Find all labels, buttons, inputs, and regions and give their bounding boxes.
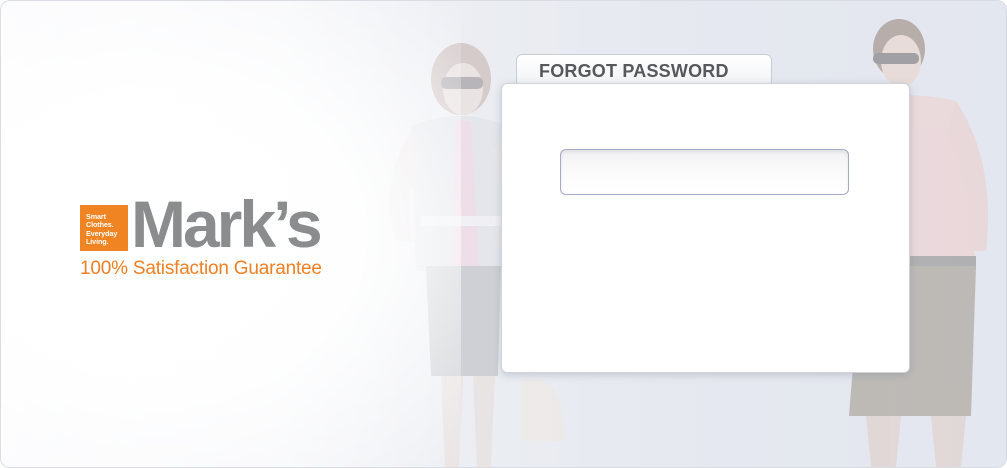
logo-box: Smart Clothes. Everyday Living. [80,205,128,251]
logo-box-line: Living. [86,237,109,247]
logo-wordmark: Mark’s [131,187,323,261]
satisfaction-tagline: 100% Satisfaction Guarantee [80,258,322,279]
forgot-password-panel [501,83,910,373]
tab-label: FORGOT PASSWORD [539,61,729,81]
email-input[interactable] [560,149,849,195]
page-frame: Smart Clothes. Everyday Living. Mark’s 1… [0,0,1007,468]
